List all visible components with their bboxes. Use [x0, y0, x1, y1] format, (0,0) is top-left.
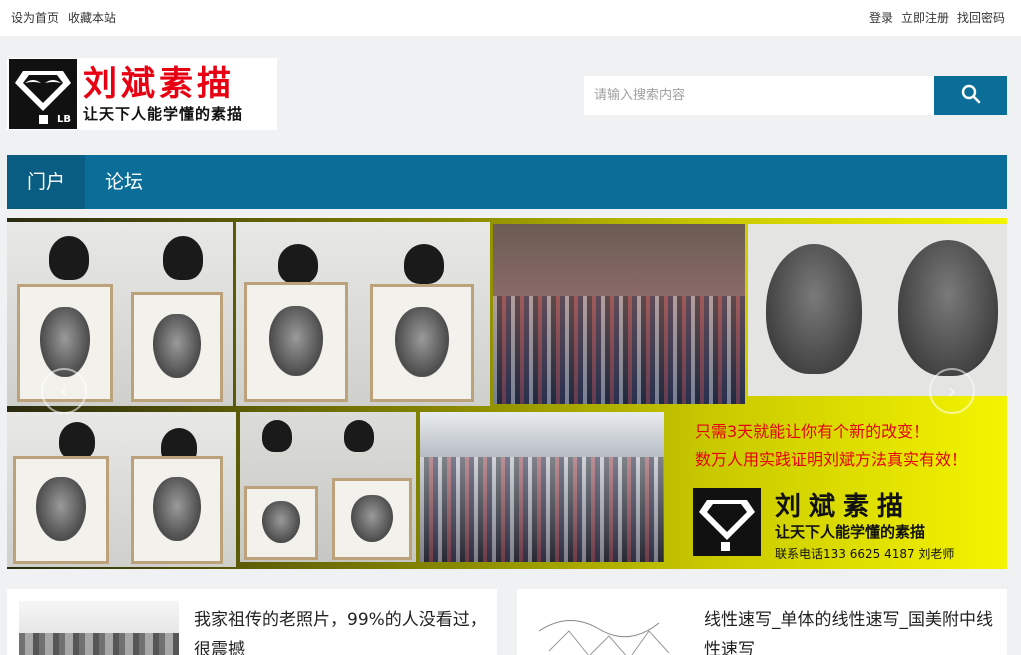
- banner-brand-subtitle: 让天下人能学懂的素描: [775, 523, 926, 541]
- main-nav: 门户 论坛: [7, 155, 1007, 209]
- diamond-logo-icon: LB: [9, 59, 77, 129]
- chevron-left-icon: ‹: [60, 379, 68, 403]
- logo-mark-text: LB: [57, 114, 71, 125]
- banner-photo-students-4: [240, 412, 416, 562]
- nav-item-forum[interactable]: 论坛: [85, 155, 163, 209]
- banner-photo-students-1: [7, 222, 233, 406]
- article-title[interactable]: 我家祖传的老照片，99%的人没看过，很震撼: [194, 605, 490, 655]
- chevron-right-icon: ›: [948, 379, 956, 403]
- article-thumbnail[interactable]: [19, 601, 179, 655]
- banner-slogan-1: 只需3天就能让你有个新的改变！: [695, 422, 930, 441]
- top-bar: 设为首页 收藏本站 登录 立即注册 找回密码: [0, 0, 1021, 36]
- banner-carousel[interactable]: 只需3天就能让你有个新的改变！ 数万人用实践证明刘斌方法真实有效！ 刘斌素描 让…: [7, 218, 1007, 569]
- search-input[interactable]: [584, 76, 934, 115]
- banner-brand-title: 刘斌素描: [775, 492, 912, 522]
- banner-photo-students-3: [7, 412, 236, 567]
- banner-photo-classroom-2: [420, 412, 664, 562]
- article-title[interactable]: 线性速写_单体的线性速写_国美附中线性速写: [704, 605, 1000, 655]
- logo-subtitle: 让天下人能学懂的素描: [83, 105, 244, 123]
- search-button[interactable]: [934, 76, 1007, 115]
- carousel-prev-button[interactable]: ‹: [41, 368, 87, 414]
- recover-password-link[interactable]: 找回密码: [957, 9, 1005, 26]
- register-link[interactable]: 立即注册: [901, 9, 949, 26]
- banner-photo-students-2: [236, 222, 490, 406]
- carousel-next-button[interactable]: ›: [929, 368, 975, 414]
- banner-phone: 联系电话133 6625 4187 刘老师: [775, 547, 955, 561]
- site-logo[interactable]: LB 刘斌素描 让天下人能学懂的素描: [7, 58, 277, 130]
- set-homepage-link[interactable]: 设为首页: [11, 9, 59, 26]
- search-icon: [961, 84, 981, 108]
- banner-photo-portrait-drawings: [748, 224, 1007, 396]
- nav-item-portal[interactable]: 门户: [7, 155, 86, 209]
- article-card[interactable]: 线性速写_单体的线性速写_国美附中线性速写: [517, 589, 1007, 655]
- banner-slogan-2: 数万人用实践证明刘斌方法真实有效！: [695, 450, 968, 469]
- bookmark-site-link[interactable]: 收藏本站: [68, 9, 116, 26]
- article-thumbnail[interactable]: [529, 601, 689, 655]
- logo-title: 刘斌素描: [83, 64, 235, 104]
- banner-logo-icon: [693, 488, 761, 556]
- login-link[interactable]: 登录: [869, 9, 893, 26]
- search-bar: [584, 76, 1007, 115]
- article-card[interactable]: 我家祖传的老照片，99%的人没看过，很震撼: [7, 589, 497, 655]
- banner-photo-classroom-1: [493, 224, 745, 404]
